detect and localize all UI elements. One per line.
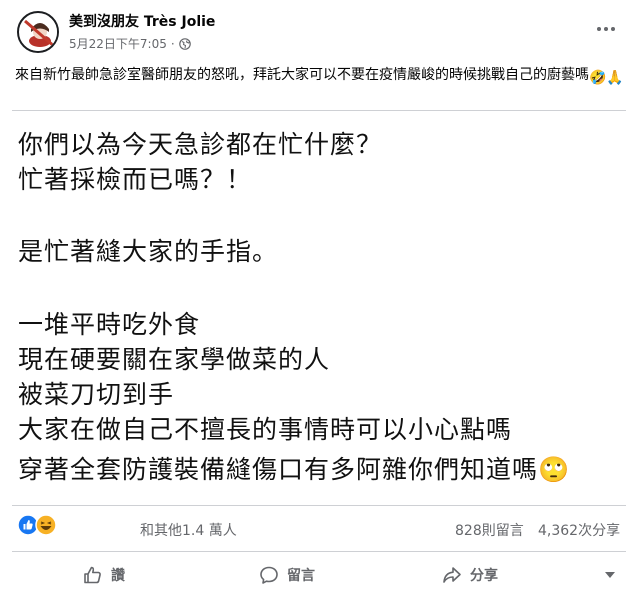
post-caption: 來自新竹最帥急診室醫師朋友的怒吼，拜託大家可以不要在疫情嚴峻的時候挑戰自己的廚藝… bbox=[15, 65, 627, 88]
image-text-line: 一堆平時吃外食 bbox=[18, 310, 201, 339]
timestamp[interactable]: 5月22日下午7:05 bbox=[69, 35, 167, 52]
more-options-icon[interactable] bbox=[596, 22, 616, 36]
eye-roll-emoji: 🙄 bbox=[538, 455, 571, 484]
meta-separator: · bbox=[170, 36, 175, 51]
caption-emojis: 🤣🙏 bbox=[589, 70, 624, 86]
comment-label: 留言 bbox=[287, 568, 315, 584]
comment-icon bbox=[260, 566, 278, 584]
share-label: 分享 bbox=[470, 568, 498, 584]
image-text-line: 大家在做自己不擅長的事情時可以小心點嗎 bbox=[18, 415, 513, 444]
page-name[interactable]: 美到沒朋友 Très Jolie bbox=[69, 11, 215, 31]
image-text-line: 穿著全套防護裝備縫傷口有多阿雜你們知道嗎🙄 bbox=[18, 450, 570, 486]
image-text-line: 現在硬要關在家學做菜的人 bbox=[18, 345, 331, 374]
reaction-count[interactable]: 和其他1.4 萬人 bbox=[140, 520, 237, 540]
audience-menu-button[interactable] bbox=[600, 556, 620, 594]
share-button[interactable]: 分享 bbox=[442, 556, 498, 594]
like-label: 讚 bbox=[111, 568, 125, 584]
haha-reaction-icon bbox=[35, 514, 57, 536]
image-text-line: 忙著採檢而已嗎？！ bbox=[18, 165, 253, 194]
image-top-divider bbox=[12, 110, 626, 111]
caret-down-icon bbox=[605, 572, 615, 578]
image-bottom-divider bbox=[12, 505, 626, 506]
comment-button[interactable]: 留言 bbox=[259, 556, 315, 594]
post-meta: 5月22日下午7:05 · bbox=[69, 35, 191, 52]
share-icon bbox=[443, 567, 461, 583]
like-reaction-icon bbox=[17, 514, 39, 536]
reaction-icons[interactable] bbox=[17, 514, 59, 536]
post-actions: 讚 留言 分享 bbox=[0, 556, 638, 594]
avatar-logo-icon bbox=[21, 15, 57, 51]
globe-icon[interactable] bbox=[178, 37, 191, 50]
comment-count[interactable]: 828則留言 bbox=[455, 520, 524, 540]
post-stats: 和其他1.4 萬人 828則留言 4,362次分享 bbox=[0, 507, 638, 547]
post-header: 美到沒朋友 Très Jolie 5月22日下午7:05 · bbox=[0, 0, 638, 60]
actions-divider bbox=[12, 551, 626, 552]
image-text-line: 是忙著縫大家的手指。 bbox=[18, 237, 279, 266]
like-button[interactable]: 讚 bbox=[83, 556, 125, 594]
thumbs-up-icon bbox=[84, 566, 101, 584]
share-count[interactable]: 4,362次分享 bbox=[538, 520, 620, 540]
image-text-line: 被菜刀切到手 bbox=[18, 380, 175, 409]
page-avatar[interactable] bbox=[17, 11, 59, 53]
image-text-line-8: 穿著全套防護裝備縫傷口有多阿雜你們知道嗎 bbox=[18, 455, 539, 484]
image-text-line: 你們以為今天急診都在忙什麼？ bbox=[18, 130, 383, 159]
caption-text: 來自新竹最帥急診室醫師朋友的怒吼，拜託大家可以不要在疫情嚴峻的時候挑戰自己的廚藝… bbox=[15, 67, 589, 83]
